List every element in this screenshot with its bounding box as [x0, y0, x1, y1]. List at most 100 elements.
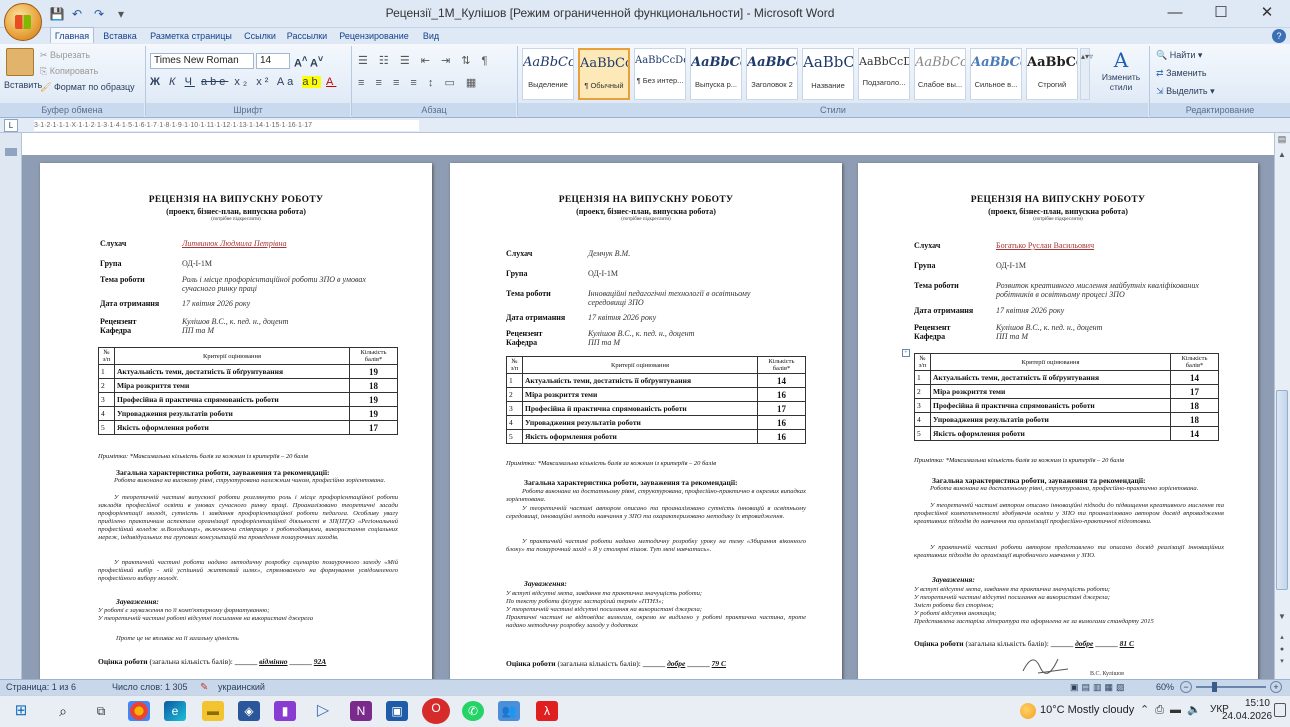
acrobat-icon[interactable]: λ — [536, 701, 558, 721]
search-icon[interactable]: ⌕ — [52, 701, 74, 721]
scroll-thumb[interactable] — [1276, 390, 1288, 590]
office-button[interactable] — [4, 3, 42, 41]
weather-text[interactable]: 10°C Mostly cloudy — [1040, 704, 1134, 716]
style-heading-2[interactable]: AaBbCc Заголовок 2 — [746, 48, 798, 100]
change-styles-button[interactable]: A Изменить стили — [1096, 48, 1146, 100]
review-subtitle: (проект, бізнес-план, випускна робота) — [166, 207, 306, 216]
task-view-icon[interactable]: ⧉ — [90, 701, 112, 721]
onenote-icon[interactable]: N — [350, 701, 372, 721]
close-button[interactable]: ✕ — [1244, 0, 1290, 28]
signature-scribble — [1022, 658, 1069, 674]
proofing-icon[interactable]: ✎ — [200, 680, 208, 695]
cut-button[interactable]: ✂ Вырезать — [40, 50, 90, 61]
undo-icon[interactable]: ↶ — [68, 5, 86, 23]
clock-date[interactable]: 24.04.2026 — [1222, 711, 1272, 722]
tab-review[interactable]: Рецензирование — [334, 28, 414, 44]
review-hint: (потрібне підкреслити) — [621, 217, 671, 222]
style-no-spacing[interactable]: AaBbCcDd ¶ Без интер... — [634, 48, 686, 100]
weather-icon[interactable] — [1020, 703, 1036, 719]
media-icon[interactable]: ▷ — [312, 701, 334, 721]
customize-qat-icon[interactable]: ▾ — [112, 5, 130, 23]
zoom-in-icon[interactable]: + — [1270, 681, 1282, 693]
whatsapp-icon[interactable]: ✆ — [462, 701, 484, 721]
tab-view[interactable]: Вид — [418, 28, 444, 44]
format-painter-label: Формат по образцу — [53, 82, 135, 92]
style-subtitle[interactable]: AaBbCcD Подзаголо... — [858, 48, 910, 100]
photos-icon[interactable]: ▣ — [386, 701, 408, 721]
date-value: 17 квітня 2026 року — [996, 306, 1065, 315]
word-count[interactable]: Число слов: 1 305 — [112, 680, 188, 695]
score-hint: (загальна кількість балів): — [965, 639, 1049, 648]
review-title: РЕЦЕНЗІЯ НА ВИПУСКНУ РОБОТУ — [148, 195, 324, 205]
style-subtle-emphasis[interactable]: AaBbCcI Слабое вы... — [914, 48, 966, 100]
language-indicator[interactable]: украинский — [218, 680, 265, 695]
font-format-buttons[interactable]: Ж К Ч abe x₂ x² Aa ab A — [150, 76, 336, 88]
notification-icon[interactable] — [1274, 703, 1286, 717]
dept-label: Кафедра — [100, 326, 132, 335]
table-row: 4 Упровадження результатів роботи 16 — [506, 415, 806, 430]
styles-scroll-icon[interactable]: ▴▾▿ — [1080, 48, 1093, 100]
store-icon[interactable]: ◈ — [238, 701, 260, 721]
reviewer-value: Кулішов В.С., к. пед. н., доцент — [996, 323, 1103, 332]
align-buttons[interactable]: ≡ ≡ ≡ ≡ ↕ ▭ ▦ — [358, 76, 480, 89]
chrome-icon[interactable] — [128, 701, 150, 721]
student-label: Слухач — [506, 249, 533, 258]
paste-button[interactable]: Вставить — [4, 80, 42, 90]
zoom-slider-thumb[interactable] — [1212, 682, 1217, 692]
scroll-up-icon[interactable]: ▲ — [1275, 150, 1289, 162]
page-count[interactable]: Страница: 1 из 6 — [6, 680, 76, 695]
grow-font-button[interactable]: A˄ A˅ — [294, 54, 323, 70]
zoom-out-icon[interactable]: − — [1180, 681, 1192, 693]
ruler-scale[interactable]: 3·1·2·1·1·1·X·1·1·2·1·3·1·4·1·5·1·6·1·7·… — [34, 120, 419, 131]
copy-button[interactable]: ⎘ Копировать — [40, 66, 98, 77]
save-icon[interactable]: 💾 — [48, 5, 66, 23]
tab-page-layout[interactable]: Разметка страницы — [146, 28, 236, 44]
general-paragraph: У практичній частині роботи надано метод… — [506, 538, 806, 553]
opera-icon[interactable]: O — [422, 698, 450, 724]
zoom-slider[interactable] — [1196, 686, 1266, 688]
style-emphasis[interactable]: AaBbCcI Выделение — [522, 48, 574, 100]
minimize-button[interactable]: — — [1152, 0, 1198, 28]
zoom-level[interactable]: 60% — [1156, 680, 1174, 695]
style-strong[interactable]: AaBbCcI Строгий — [1026, 48, 1078, 100]
help-icon[interactable]: ? — [1272, 29, 1286, 43]
list-buttons[interactable]: ☰ ☷ ☰ ⇤ ⇥ ⇅ ¶ — [358, 54, 491, 67]
tab-home[interactable]: Главная — [50, 27, 94, 43]
clock-time[interactable]: 15:10 — [1238, 698, 1270, 709]
tray-icons[interactable]: ⌃⎙▬🔈 — [1140, 703, 1207, 717]
criteria-table: № з/п Критерії оцінювання Кількість балів*… — [98, 347, 398, 435]
windows-start-icon[interactable]: ⊞ — [10, 701, 32, 721]
replace-button[interactable]: ⇄ Заменить — [1156, 68, 1207, 79]
find-button[interactable]: 🔍 Найти ▾ — [1156, 50, 1202, 61]
tab-mailings[interactable]: Рассылки — [284, 28, 330, 44]
view-buttons[interactable]: ▣▤▥▦▧ — [1070, 681, 1150, 693]
format-painter-button[interactable]: 🖌 Формат по образцу — [40, 82, 135, 93]
style-title[interactable]: AaBbC Название — [802, 48, 854, 100]
points: 79 С — [711, 659, 727, 668]
redo-icon[interactable]: ↷ — [90, 5, 108, 23]
review-hint: (потрібне підкреслити) — [211, 217, 261, 222]
remarks-title: Зауваження: — [524, 579, 567, 588]
file-explorer-icon[interactable]: ▬ — [202, 701, 224, 721]
font-size-field[interactable]: 14 — [256, 53, 290, 69]
paste-icon[interactable] — [6, 48, 34, 76]
style-intense-emphasis[interactable]: AaBbCcI Сильное в... — [970, 48, 1022, 100]
review-subtitle: (проект, бізнес-план, випускна робота) — [988, 207, 1128, 216]
ruler-toggle-icon[interactable]: ▤ — [1275, 134, 1289, 148]
font-name-field[interactable]: Times New Roman — [150, 53, 254, 69]
remark-item: У роботі відсутня анотація; — [914, 610, 997, 617]
tab-references[interactable]: Ссылки — [240, 28, 280, 44]
tab-selector-icon[interactable]: L — [4, 119, 18, 132]
users-icon[interactable]: 👥 — [498, 701, 520, 721]
score-line: Оцінка роботи (загальна кількість балів)… — [98, 657, 327, 666]
table-move-icon[interactable]: + — [902, 349, 910, 357]
select-button[interactable]: ⇲ Выделить ▾ — [1156, 86, 1215, 97]
style-normal[interactable]: AaBbCc ¶ Обычный — [578, 48, 630, 100]
maximize-button[interactable]: ☐ — [1198, 0, 1244, 28]
tab-insert[interactable]: Вставка — [98, 28, 142, 44]
browse-object-icon[interactable]: ▴ ● ▾ — [1275, 632, 1289, 672]
edge-icon[interactable]: e — [164, 701, 186, 721]
app-icon[interactable]: ▮ — [274, 701, 296, 721]
scroll-down-icon[interactable]: ▼ — [1275, 612, 1289, 624]
style-graduate[interactable]: AaBbCc Выпуска р... — [690, 48, 742, 100]
